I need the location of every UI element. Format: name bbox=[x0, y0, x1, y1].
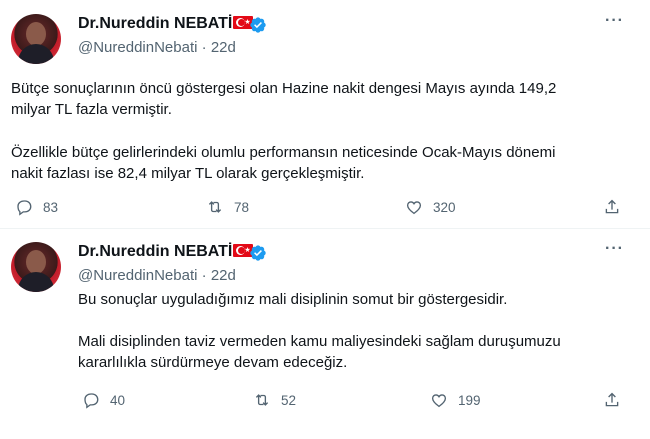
reply-button[interactable]: 40 bbox=[82, 391, 125, 409]
like-count: 320 bbox=[433, 199, 456, 215]
heart-icon bbox=[431, 394, 447, 408]
reply-count: 83 bbox=[43, 199, 59, 215]
reply-count: 40 bbox=[110, 392, 126, 408]
avatar[interactable] bbox=[11, 242, 61, 292]
more-options-icon[interactable]: ··· bbox=[605, 240, 624, 258]
heart-icon bbox=[406, 201, 422, 215]
verified-badge-icon bbox=[250, 17, 266, 33]
reply-button[interactable]: 83 bbox=[15, 198, 58, 216]
meta-separator: · bbox=[201, 267, 207, 284]
share-button[interactable] bbox=[603, 391, 631, 409]
tweet-text-line: Bu sonuçlar uyguladığımız mali disiplini… bbox=[78, 291, 508, 308]
tweet-age[interactable]: 22d bbox=[211, 267, 236, 284]
share-button[interactable] bbox=[603, 198, 631, 216]
like-button[interactable]: 199 bbox=[430, 391, 481, 409]
tweet-text-line: milyar TL fazla vermiştir. bbox=[11, 101, 172, 118]
author-meta: @NureddinNebati · 22d bbox=[78, 39, 236, 56]
avatar-suit bbox=[18, 272, 54, 292]
avatar-suit bbox=[18, 44, 54, 64]
tweet-text-line: kararlılıkla sürdürmeye devam edeceğiz. bbox=[78, 354, 348, 371]
author-handle[interactable]: @NureddinNebati bbox=[78, 39, 197, 56]
author-display-name: Dr.Nureddin NEBATİ bbox=[78, 15, 233, 32]
like-count: 199 bbox=[458, 392, 481, 408]
reply-icon bbox=[84, 393, 99, 409]
avatar-face bbox=[26, 22, 46, 46]
retweet-button[interactable]: 52 bbox=[253, 391, 296, 409]
author-display-name: Dr.Nureddin NEBATİ bbox=[78, 243, 233, 260]
share-icon bbox=[605, 392, 619, 407]
reply-icon bbox=[17, 200, 32, 216]
retweet-count: 52 bbox=[281, 392, 297, 408]
author-name[interactable]: Dr.Nureddin NEBATİ ★ bbox=[78, 15, 254, 33]
tweet-text-line: Bütçe sonuçlarının öncü göstergesi olan … bbox=[11, 80, 557, 97]
meta-separator: · bbox=[201, 39, 207, 56]
tweet-divider bbox=[0, 228, 650, 229]
tweet-text-line: Özellikle bütçe gelirlerindeki olumlu pe… bbox=[11, 144, 556, 161]
avatar[interactable] bbox=[11, 14, 61, 64]
author-name[interactable]: Dr.Nureddin NEBATİ ★ bbox=[78, 243, 254, 261]
like-button[interactable]: 320 bbox=[405, 198, 456, 216]
author-handle[interactable]: @NureddinNebati bbox=[78, 267, 197, 284]
tweet-text-line: Mali disiplinden taviz vermeden kamu mal… bbox=[78, 333, 561, 350]
retweet-icon bbox=[208, 201, 222, 213]
more-options-icon[interactable]: ··· bbox=[605, 12, 624, 30]
retweet-count: 78 bbox=[234, 199, 250, 215]
retweet-icon bbox=[255, 394, 269, 406]
retweet-button[interactable]: 78 bbox=[206, 198, 249, 216]
verified-badge-icon bbox=[250, 245, 266, 261]
avatar-face bbox=[26, 250, 46, 274]
author-meta: @NureddinNebati · 22d bbox=[78, 267, 236, 284]
share-icon bbox=[605, 199, 619, 214]
tweet-text-line: nakit fazlası ise 82,4 milyar TL olarak … bbox=[11, 165, 365, 182]
tweet-age[interactable]: 22d bbox=[211, 39, 236, 56]
